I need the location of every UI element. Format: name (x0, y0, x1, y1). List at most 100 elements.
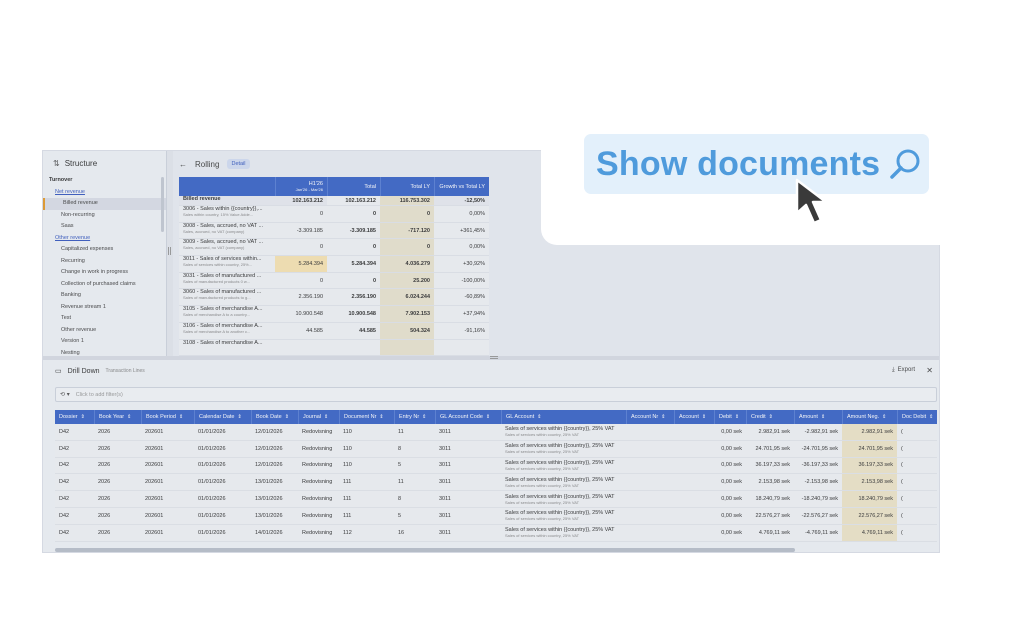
structure-item[interactable]: Revenue stream 1 (43, 302, 166, 314)
sort-icon[interactable]: ⇕ (81, 414, 85, 420)
pivot-cell-h1[interactable]: 0 (275, 206, 327, 222)
structure-item[interactable]: Test (43, 313, 166, 325)
pivot-row[interactable]: 3106 - Sales of merchandise A... Sales of… (179, 322, 489, 340)
structure-item[interactable]: Other revenue (43, 325, 166, 337)
structure-item[interactable]: Billed revenue (43, 198, 166, 210)
table-row[interactable]: D42 2026 202601 01/01/2026 13/01/2026 Redovis… (55, 474, 937, 492)
table-row[interactable]: D42 2026 202601 01/01/2026 12/01/2026 Redovis… (55, 457, 937, 475)
pivot-cell-h1[interactable]: -3.309.185 (275, 223, 327, 239)
pivot-cell-ly[interactable]: 0 (380, 239, 434, 256)
sort-icon[interactable]: ⇕ (702, 414, 706, 420)
pivot-row[interactable]: Billed revenue 102.163.212 102.163.212 116.… (179, 196, 489, 206)
sort-icon[interactable]: ⇕ (537, 414, 541, 420)
pivot-cell-h1[interactable]: 5.284.394 (275, 256, 327, 272)
column-header[interactable]: Book Period ⇕ (141, 410, 194, 424)
pivot-row[interactable]: 3031 - Sales of manufactured ... Sales of… (179, 272, 489, 290)
sort-icon[interactable]: ⇕ (735, 414, 739, 420)
table-row[interactable]: D42 2026 202601 01/01/2026 12/01/2026 Redovis… (55, 440, 937, 458)
sort-icon[interactable]: ⇕ (821, 414, 825, 420)
export-button[interactable]: ⤓ Export (892, 367, 915, 374)
structure-item[interactable]: Recurring (43, 256, 166, 268)
pivot-header-total[interactable]: Total (327, 177, 380, 196)
pivot-cell-total[interactable] (327, 339, 380, 356)
column-header[interactable]: Doc Debit ⇕ (897, 410, 937, 424)
column-header[interactable]: Credit ⇕ (746, 410, 794, 424)
sort-icon[interactable]: ⇕ (237, 414, 241, 420)
pivot-cell-ly[interactable]: 7.902.153 (380, 306, 434, 322)
column-header[interactable]: Calendar Date ⇕ (194, 410, 251, 424)
pivot-cell-total[interactable]: 102.163.212 (327, 196, 380, 205)
structure-item[interactable]: Other revenue (43, 233, 166, 245)
sort-icon[interactable]: ⇕ (929, 414, 933, 420)
sort-icon[interactable]: ⇕ (486, 414, 490, 420)
pivot-cell-ly[interactable]: 6.024.244 (380, 289, 434, 306)
pivot-cell-growth[interactable]: -60,89% (434, 289, 489, 305)
column-header[interactable]: Entry Nr ⇕ (394, 410, 435, 424)
pivot-cell-growth[interactable]: 0,00% (434, 206, 489, 222)
pivot-cell-growth[interactable]: +361,45% (434, 223, 489, 239)
show-documents-button[interactable]: Show documents (584, 134, 929, 194)
pivot-cell-total[interactable]: -3.309.185 (327, 222, 380, 239)
structure-item[interactable]: Version 1 (43, 336, 166, 348)
pivot-cell-ly[interactable]: 4.036.279 (380, 256, 434, 272)
pivot-row[interactable]: 3105 - Sales of merchandise A... Sales of… (179, 306, 489, 323)
column-header[interactable]: Document Nr ⇕ (339, 410, 394, 424)
pivot-header-total-ly[interactable]: Total LY (380, 177, 434, 196)
pivot-cell-h1[interactable]: 2.356.190 (275, 289, 327, 305)
pivot-cell-total[interactable]: 0 (327, 206, 380, 222)
pivot-header-growth[interactable]: Growth vs Total LY (434, 177, 489, 196)
column-header[interactable]: Account ⇕ (674, 410, 714, 424)
pivot-row[interactable]: 3011 - Sales of services within... Sales … (179, 256, 489, 273)
pivot-cell-total[interactable]: 0 (327, 239, 380, 256)
sort-icon[interactable]: ⇕ (324, 414, 328, 420)
column-header[interactable]: Account Nr ⇕ (626, 410, 674, 424)
pivot-cell-ly[interactable] (380, 339, 434, 356)
pivot-cell-ly[interactable]: 25.200 (380, 272, 434, 289)
column-header[interactable]: Book Year ⇕ (94, 410, 141, 424)
sort-icon[interactable]: ⇕ (379, 414, 383, 420)
pivot-cell-total[interactable]: 10.900.548 (327, 306, 380, 322)
structure-item[interactable]: Non-recurring (43, 210, 166, 222)
pivot-cell-total[interactable]: 2.356.190 (327, 289, 380, 306)
close-icon[interactable]: ✕ (926, 366, 933, 375)
sort-icon[interactable]: ⇕ (882, 414, 886, 420)
sort-icon[interactable]: ⇕ (179, 414, 183, 420)
structure-item[interactable]: Capitalized expenses (43, 244, 166, 256)
pivot-cell-ly[interactable]: -717.120 (380, 222, 434, 239)
filter-history-icon[interactable]: ⟲ ▾ (60, 391, 70, 398)
detail-chip[interactable]: Detail (227, 159, 250, 169)
pivot-cell-growth[interactable]: -91,16% (434, 323, 489, 339)
sort-icon[interactable]: ⇕ (127, 414, 131, 420)
pivot-row[interactable]: 3008 - Sales, accrued, no VAT ... Sales, … (179, 222, 489, 240)
back-arrow-icon[interactable]: ← (179, 160, 187, 169)
column-header[interactable]: Amount Neg. ⇕ (842, 410, 897, 424)
pivot-cell-growth[interactable]: -12,50% (434, 196, 489, 205)
filter-input[interactable]: ⟲ ▾ Click to add filter(s) (55, 387, 937, 402)
pivot-row[interactable]: 3006 - Sales within {{country}},... Sales… (179, 206, 489, 223)
column-header[interactable]: Journal ⇕ (298, 410, 339, 424)
column-header[interactable]: GL Account ⇕ (501, 410, 626, 424)
table-row[interactable]: D42 2026 202601 01/01/2026 13/01/2026 Redovis… (55, 507, 937, 525)
pivot-cell-total[interactable]: 0 (327, 272, 380, 289)
pivot-cell-h1[interactable]: 44.585 (275, 323, 327, 339)
column-header[interactable]: Debit ⇕ (714, 410, 746, 424)
structure-scrollbar[interactable] (161, 177, 164, 232)
sort-icon[interactable]: ⇕ (661, 414, 665, 420)
pivot-cell-growth[interactable] (434, 340, 489, 356)
pivot-row[interactable]: 3108 - Sales of merchandise A... (179, 339, 489, 357)
table-row[interactable]: D42 2026 202601 01/01/2026 14/01/2026 Redovis… (55, 524, 937, 542)
structure-item[interactable]: Banking (43, 290, 166, 302)
column-header[interactable]: Amount ⇕ (794, 410, 842, 424)
pivot-cell-total[interactable]: 44.585 (327, 322, 380, 339)
pivot-cell-ly[interactable]: 0 (380, 206, 434, 222)
pivot-cell-total[interactable]: 5.284.394 (327, 256, 380, 272)
pivot-header-h1[interactable]: H1'26 Jan'26 - Mar'26 (275, 177, 327, 196)
pivot-cell-h1[interactable]: 0 (275, 273, 327, 289)
pivot-cell-growth[interactable]: -100,00% (434, 273, 489, 289)
column-header[interactable]: Dossier ⇕ (55, 410, 94, 424)
pivot-cell-h1[interactable] (275, 340, 327, 356)
sort-icon[interactable]: ⇕ (285, 414, 289, 420)
structure-item[interactable]: Change in work in progress (43, 267, 166, 279)
pivot-cell-ly[interactable]: 504.324 (380, 322, 434, 339)
panel-resizer[interactable] (167, 151, 173, 356)
